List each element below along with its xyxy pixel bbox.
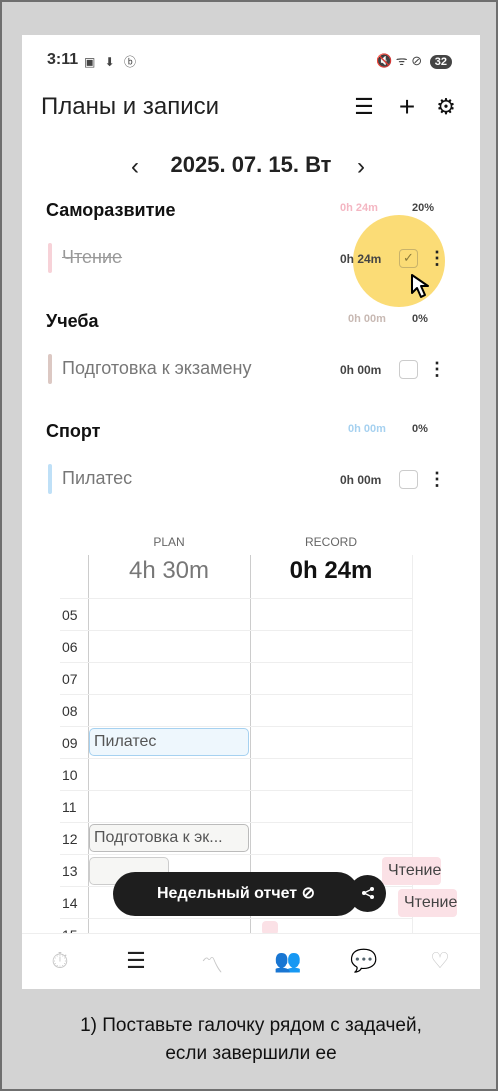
category-study: Учеба 0h 00m 0% Подготовка к экзамену 0h… (22, 311, 480, 411)
hour-label: 06 (62, 639, 78, 655)
task-label-reading[interactable]: Чтение (62, 247, 122, 268)
task-color-bar (48, 243, 52, 273)
hour-row: 06 (60, 630, 412, 662)
record-block-reading[interactable]: Чтение (398, 889, 458, 917)
hour-row: 07 (60, 662, 412, 694)
hour-label: 14 (62, 895, 78, 911)
bottom-navigation: ⏱ ☰ 〽 👥 💬 ♡ (22, 933, 480, 989)
chat-icon[interactable]: 💬 (349, 948, 379, 976)
hour-label: 07 (62, 671, 78, 687)
category-time: 0h 00m (348, 313, 386, 325)
next-date-button[interactable]: › (348, 152, 374, 182)
weekly-report-button[interactable]: Недельный отчет ⊘ (113, 872, 359, 916)
task-time: 0h 00m (340, 473, 382, 487)
page-title: Планы и записи (41, 93, 220, 120)
plan-block-pilates[interactable]: Пилатес (89, 728, 249, 756)
category-name: Саморазвитие (46, 200, 176, 220)
current-date[interactable]: 2025. 07. 15. Вт (171, 152, 332, 177)
task-more-icon[interactable]: ⋮ (428, 467, 446, 491)
status-bar: 3:11 ▣ ⬇ ⓑ 🔇 ᯤ ⊘ 32 (22, 35, 480, 85)
hour-row: 10 (60, 758, 412, 790)
status-notification-icons: ▣ ⬇ ⓑ (84, 55, 140, 69)
category-percent: 0% (412, 423, 428, 435)
hour-row: 05 (60, 598, 412, 630)
category-name: Учеба (46, 311, 99, 331)
task-label-pilates[interactable]: Пилатес (62, 468, 132, 489)
plan-label: PLAN (153, 535, 185, 549)
phone-screen: 3:11 ▣ ⬇ ⓑ 🔇 ᯤ ⊘ 32 Планы и записи ☰ + ⚙… (22, 35, 480, 989)
share-icon[interactable] (349, 875, 386, 912)
task-color-bar (48, 464, 52, 494)
task-more-icon[interactable]: ⋮ (428, 246, 446, 270)
timer-icon[interactable]: ⏱ (45, 948, 75, 976)
instruction-caption: 1) Поставьте галочку рядом с задачей, ес… (22, 1012, 480, 1068)
task-time: 0h 00m (340, 363, 382, 377)
friends-icon[interactable]: 👥 (273, 948, 303, 976)
hour-label: 09 (62, 735, 78, 751)
task-time: 0h 24m (340, 252, 382, 266)
hour-label: 08 (62, 703, 78, 719)
hour-label: 05 (62, 607, 78, 623)
plans-list-icon[interactable]: ☰ (121, 948, 151, 976)
favorites-icon[interactable]: ♡ (425, 948, 455, 976)
category-name: Спорт (46, 421, 101, 441)
task-more-icon[interactable]: ⋮ (428, 357, 446, 381)
category-percent: 20% (412, 202, 435, 214)
task-checkbox[interactable] (399, 360, 418, 379)
battery-icon: 32 (429, 55, 452, 69)
record-label: RECORD (304, 535, 357, 549)
hour-label: 12 (62, 831, 78, 847)
record-block-reading[interactable]: Чтение (382, 857, 442, 885)
status-right-icons: 🔇 ᯤ ⊘ (375, 53, 423, 68)
status-time: 3:11 (47, 51, 79, 68)
add-icon[interactable]: + (393, 93, 421, 121)
hour-row: 08 (60, 694, 412, 726)
hour-label: 10 (62, 767, 78, 783)
list-view-icon[interactable]: ☰ (350, 93, 378, 121)
hour-label: 13 (62, 863, 78, 879)
date-navigator: ‹ 2025. 07. 15. Вт › (22, 152, 480, 186)
prev-date-button[interactable]: ‹ (122, 152, 148, 182)
settings-icon[interactable]: ⚙ (432, 93, 460, 121)
task-label-exam-prep[interactable]: Подготовка к экзамену (62, 358, 251, 379)
category-percent: 0% (412, 313, 428, 325)
category-time: 0h 00m (348, 423, 386, 435)
stats-icon[interactable]: 〽 (197, 948, 227, 978)
hour-row: 11 (60, 790, 412, 822)
caption-line-1: 1) Поставьте галочку рядом с задачей, (80, 1015, 422, 1036)
category-time: 0h 24m (340, 202, 378, 214)
task-checkbox-checked[interactable]: ✓ (399, 249, 418, 268)
category-sport: Спорт 0h 00m 0% Пилатес 0h 00m ⋮ (22, 421, 480, 521)
status-system-icons: 🔇 ᯤ ⊘ 32 (376, 51, 452, 69)
task-color-bar (48, 354, 52, 384)
caption-line-2: если завершили ее (165, 1043, 337, 1064)
pointer-cursor-icon (411, 274, 429, 298)
plan-block-exam-prep[interactable]: Подготовка к эк... (89, 824, 249, 852)
task-checkbox[interactable] (399, 470, 418, 489)
screenshot-frame: 3:11 ▣ ⬇ ⓑ 🔇 ᯤ ⊘ 32 Планы и записи ☰ + ⚙… (0, 0, 498, 1091)
hour-label: 11 (62, 799, 77, 815)
